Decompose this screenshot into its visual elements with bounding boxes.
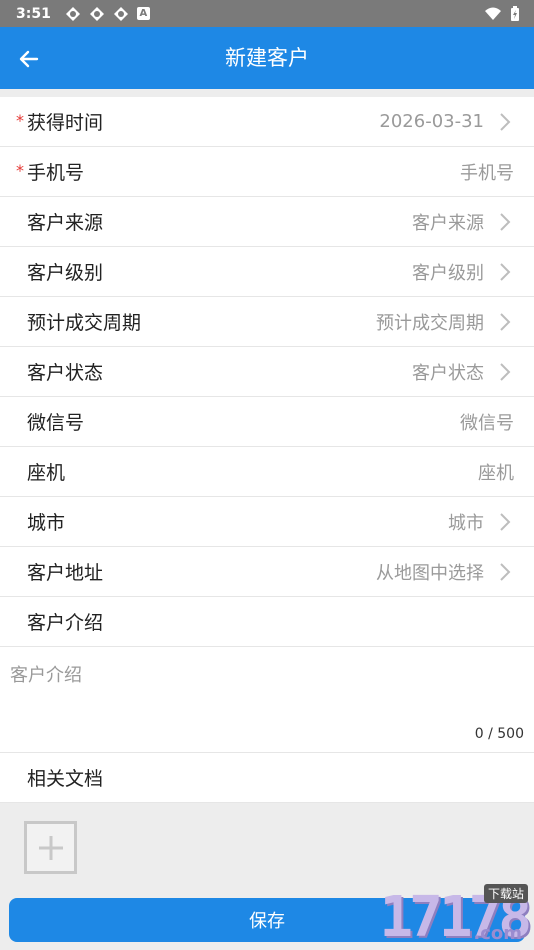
- chevron-right-icon: [500, 562, 511, 581]
- customer-status-field[interactable]: 客户状态 客户状态: [0, 347, 534, 397]
- acquired-time-value: 2026-03-31: [379, 111, 484, 132]
- char-counter: 0 / 500: [474, 726, 524, 742]
- site-watermark: 17178 下载站 .com: [379, 884, 532, 946]
- city-value: 城市: [448, 512, 484, 534]
- acquired-time-field[interactable]: * 获得时间 2026-03-31: [0, 97, 534, 147]
- app-notification-icon: [113, 6, 128, 21]
- status-bar: 3:51 A: [0, 0, 534, 27]
- field-label: 获得时间: [27, 112, 104, 134]
- watermark-suffix: .com: [473, 923, 522, 944]
- app-bar: 新建客户: [0, 27, 534, 89]
- address-value: 从地图中选择: [376, 562, 484, 584]
- document-upload-area: [0, 803, 534, 891]
- wechat-field[interactable]: 微信号 微信号: [0, 397, 534, 447]
- arrow-left-icon: [19, 50, 39, 68]
- chevron-right-icon: [500, 512, 511, 531]
- intro-label-row: 客户介绍: [0, 597, 534, 647]
- intro-textarea[interactable]: 客户介绍 0 / 500: [0, 647, 534, 753]
- chevron-right-icon: [500, 262, 511, 281]
- plus-icon: [38, 835, 63, 860]
- field-label: 城市: [27, 512, 66, 534]
- deal-cycle-value: 预计成交周期: [376, 312, 484, 334]
- address-field[interactable]: 客户地址 从地图中选择: [0, 547, 534, 597]
- customer-level-value: 客户级别: [412, 262, 484, 284]
- field-label: 座机: [27, 462, 66, 484]
- phone-field[interactable]: * 手机号 手机号: [0, 147, 534, 197]
- customer-source-value: 客户来源: [412, 212, 484, 234]
- field-label: 客户来源: [27, 212, 104, 234]
- wechat-input[interactable]: 微信号: [460, 409, 514, 435]
- chevron-right-icon: [500, 362, 511, 381]
- notification-icons: A: [65, 6, 150, 22]
- app-a-icon: A: [136, 7, 150, 20]
- chevron-right-icon: [500, 212, 511, 231]
- app-notification-icon: [65, 6, 80, 21]
- status-time: 3:51: [16, 5, 51, 22]
- required-asterisk: *: [16, 161, 24, 180]
- battery-icon: [511, 5, 519, 21]
- customer-form: * 获得时间 2026-03-31 * 手机号 手机号 客户来源 客户来源 客户…: [0, 97, 534, 803]
- docs-label-row: 相关文档: [0, 753, 534, 803]
- city-field[interactable]: 城市 城市: [0, 497, 534, 547]
- watermark-tag: 下载站: [483, 884, 528, 903]
- docs-label: 相关文档: [27, 768, 104, 790]
- field-label: 手机号: [27, 162, 85, 184]
- field-label: 预计成交周期: [27, 312, 142, 334]
- field-label: 客户级别: [27, 262, 104, 284]
- page-title: 新建客户: [225, 46, 309, 70]
- customer-status-value: 客户状态: [412, 362, 484, 384]
- customer-source-field[interactable]: 客户来源 客户来源: [0, 197, 534, 247]
- required-asterisk: *: [16, 111, 24, 130]
- field-label: 客户状态: [27, 362, 104, 384]
- app-notification-icon: [89, 6, 104, 21]
- landline-field[interactable]: 座机 座机: [0, 447, 534, 497]
- field-label: 微信号: [27, 412, 85, 434]
- phone-input[interactable]: 手机号: [460, 159, 514, 185]
- chevron-right-icon: [500, 112, 511, 131]
- chevron-right-icon: [500, 312, 511, 331]
- intro-placeholder: 客户介绍: [10, 665, 82, 686]
- wifi-icon: [485, 7, 501, 20]
- landline-input[interactable]: 座机: [478, 459, 514, 485]
- add-document-button[interactable]: [24, 821, 77, 874]
- deal-cycle-field[interactable]: 预计成交周期 预计成交周期: [0, 297, 534, 347]
- back-button[interactable]: [14, 44, 44, 74]
- field-label: 客户介绍: [27, 612, 104, 634]
- field-label: 客户地址: [27, 562, 104, 584]
- customer-level-field[interactable]: 客户级别 客户级别: [0, 247, 534, 297]
